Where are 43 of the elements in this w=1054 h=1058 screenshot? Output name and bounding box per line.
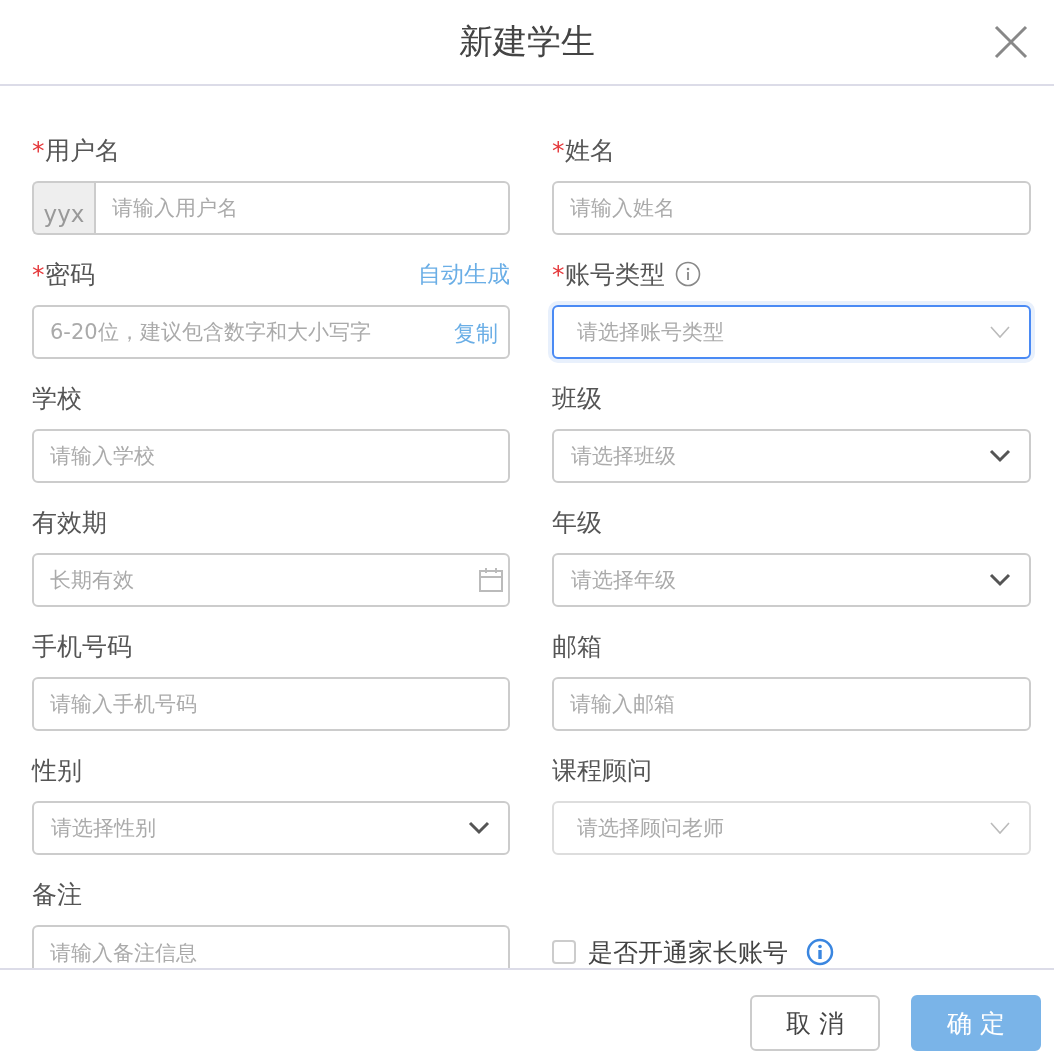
chevron-down-icon xyxy=(989,325,1011,339)
checkbox[interactable] xyxy=(552,940,576,964)
checkbox-label: 是否开通家长账号 xyxy=(588,936,788,968)
field-label: 用户名 xyxy=(44,134,120,167)
calendar-icon xyxy=(478,567,504,593)
field-label: 班级 xyxy=(552,382,602,415)
required-mark: * xyxy=(552,259,565,289)
input-field[interactable]: 请输入手机号码 xyxy=(32,677,510,731)
required-mark: * xyxy=(32,135,45,165)
field-label: 学校 xyxy=(32,382,82,415)
chevron-down-icon xyxy=(989,573,1011,587)
select-field[interactable]: 请选择年级 xyxy=(552,553,1031,607)
select-field[interactable]: 请选择性别 xyxy=(32,801,510,855)
dialog-title: 新建学生 xyxy=(459,20,595,63)
input-field[interactable]: 请输入姓名 xyxy=(552,181,1031,235)
field-label: 密码 xyxy=(44,258,95,291)
input-field[interactable]: 请输入用户名 xyxy=(94,181,510,235)
field-label: 课程顾问 xyxy=(552,754,652,787)
date-field[interactable]: 长期有效 xyxy=(32,553,510,607)
required-mark: * xyxy=(552,135,565,165)
field-label: 年级 xyxy=(552,506,602,539)
field-label: 姓名 xyxy=(564,134,615,167)
field-label: 性别 xyxy=(32,754,82,787)
copy-link[interactable]: 复制 xyxy=(454,319,498,349)
cancel-button[interactable]: 取 消 xyxy=(750,995,880,1051)
auto-generate-link[interactable]: 自动生成 xyxy=(418,258,510,290)
field-label: 备注 xyxy=(32,878,82,911)
field-label: 有效期 xyxy=(32,506,107,539)
username-prefix: yyx xyxy=(32,181,94,235)
input-field[interactable]: 请输入邮箱 xyxy=(552,677,1031,731)
field-label: 邮箱 xyxy=(552,630,602,663)
required-mark: * xyxy=(32,259,45,289)
input-field[interactable]: 请输入学校 xyxy=(32,429,510,483)
select-field[interactable]: 请选择班级 xyxy=(552,429,1031,483)
chevron-down-icon xyxy=(989,821,1011,835)
select-field[interactable]: 请选择顾问老师 xyxy=(552,801,1031,855)
textarea-field[interactable]: 请输入备注信息 xyxy=(32,925,510,968)
field-label: 手机号码 xyxy=(32,630,132,663)
confirm-button[interactable]: 确 定 xyxy=(911,995,1041,1051)
chevron-down-icon xyxy=(989,449,1011,463)
chevron-down-icon xyxy=(468,821,490,835)
field-label: 账号类型 xyxy=(564,258,665,291)
close-icon[interactable] xyxy=(994,25,1028,59)
